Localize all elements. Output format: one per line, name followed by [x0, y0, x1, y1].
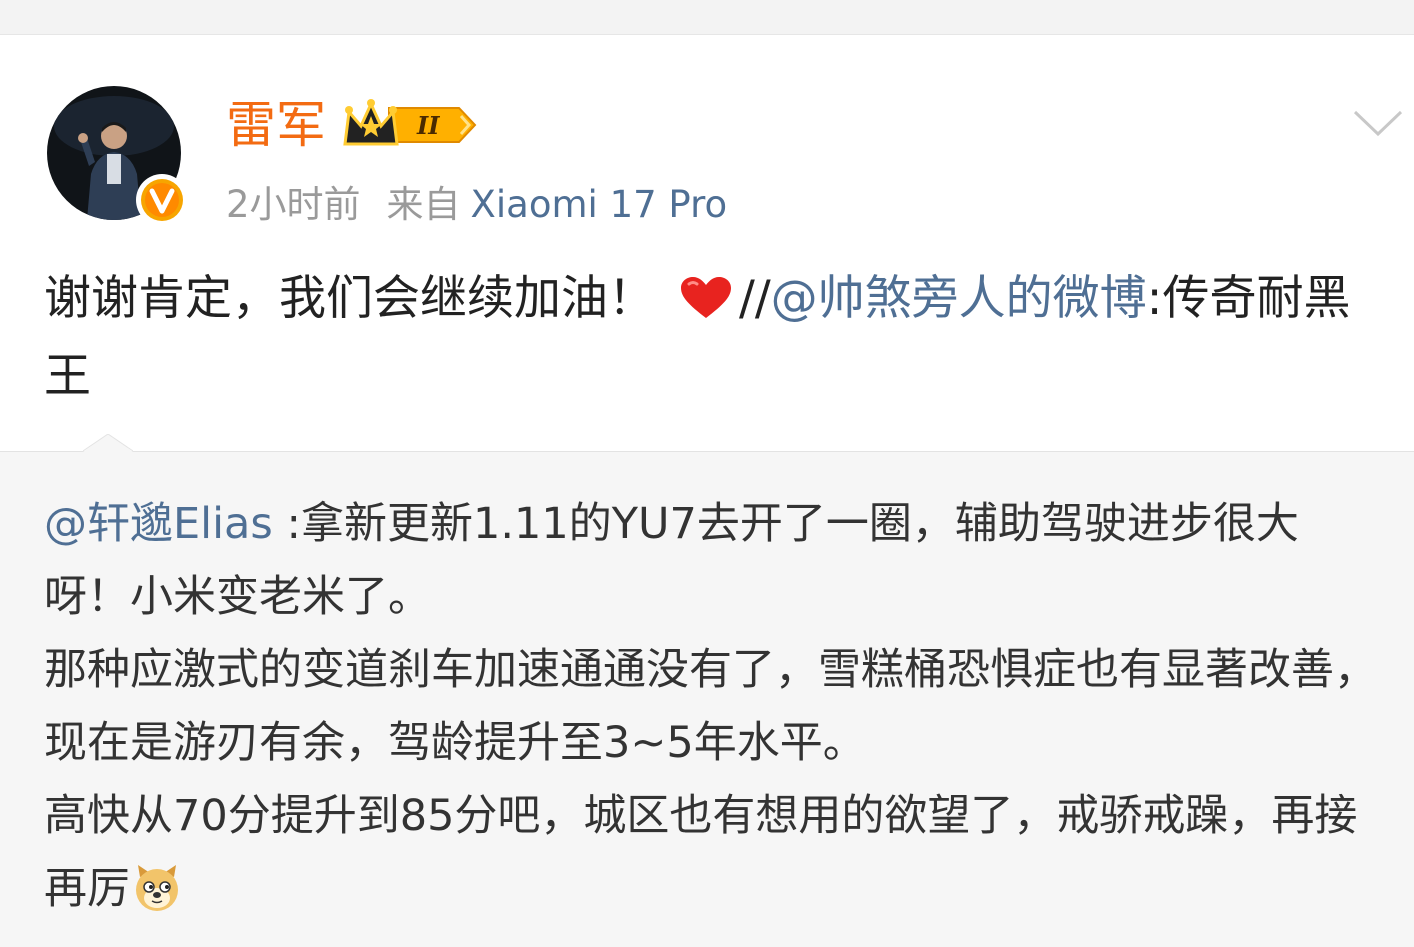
- doge-emoji-icon: [136, 865, 178, 911]
- verified-v-icon: [141, 179, 183, 221]
- username[interactable]: 雷军: [226, 92, 326, 158]
- retweet-line2: 那种应激式的变道刹车加速通通没有了，雪糕桶恐惧症也有显著改善，现在是游刃有余，驾…: [44, 645, 1377, 768]
- repost-slashes: //: [739, 271, 771, 326]
- more-options-button[interactable]: [1352, 104, 1404, 140]
- post-main-text: 谢谢肯定，我们会继续加油！: [44, 271, 655, 326]
- verified-badge: [136, 174, 188, 226]
- vip-crown-badge[interactable]: II: [341, 98, 481, 152]
- post-text: 谢谢肯定，我们会继续加油！//@帅煞旁人的微博:传奇耐黑王: [44, 260, 1384, 416]
- red-heart-icon: [681, 277, 731, 318]
- device-link[interactable]: Xiaomi 17 Pro: [471, 183, 728, 226]
- repost-colon: :: [1146, 271, 1163, 326]
- retweet-text: @轩邈Elias :拿新更新1.11的YU7去开了一圈，辅助驾驶进步很大呀！小米…: [44, 488, 1384, 926]
- retweet-notch: [83, 434, 133, 452]
- crown-icon: II: [343, 99, 477, 146]
- retweet-line3: 高快从70分提升到85分吧，城区也有想用的欲望了，戒骄戒躁，再接再厉: [44, 791, 1358, 914]
- vip-level-text: II: [416, 111, 440, 140]
- post-time: 2小时前: [226, 183, 361, 226]
- retweet-author-link[interactable]: @轩邈Elias: [44, 499, 273, 549]
- retweet-line: @轩邈Elias :拿新更新1.11的YU7去开了一圈，辅助驾驶进步很大呀！小米…: [44, 488, 1384, 634]
- from-label: 来自: [386, 183, 461, 226]
- mention-link[interactable]: @帅煞旁人的微博: [771, 271, 1147, 326]
- top-strip: [0, 0, 1414, 35]
- post-meta: 2小时前 来自 Xiaomi 17 Pro: [226, 180, 727, 230]
- chevron-down-icon: [1353, 110, 1403, 137]
- retweet-line: 高快从70分提升到85分吧，城区也有想用的欲望了，戒骄戒躁，再接再厉: [44, 780, 1384, 926]
